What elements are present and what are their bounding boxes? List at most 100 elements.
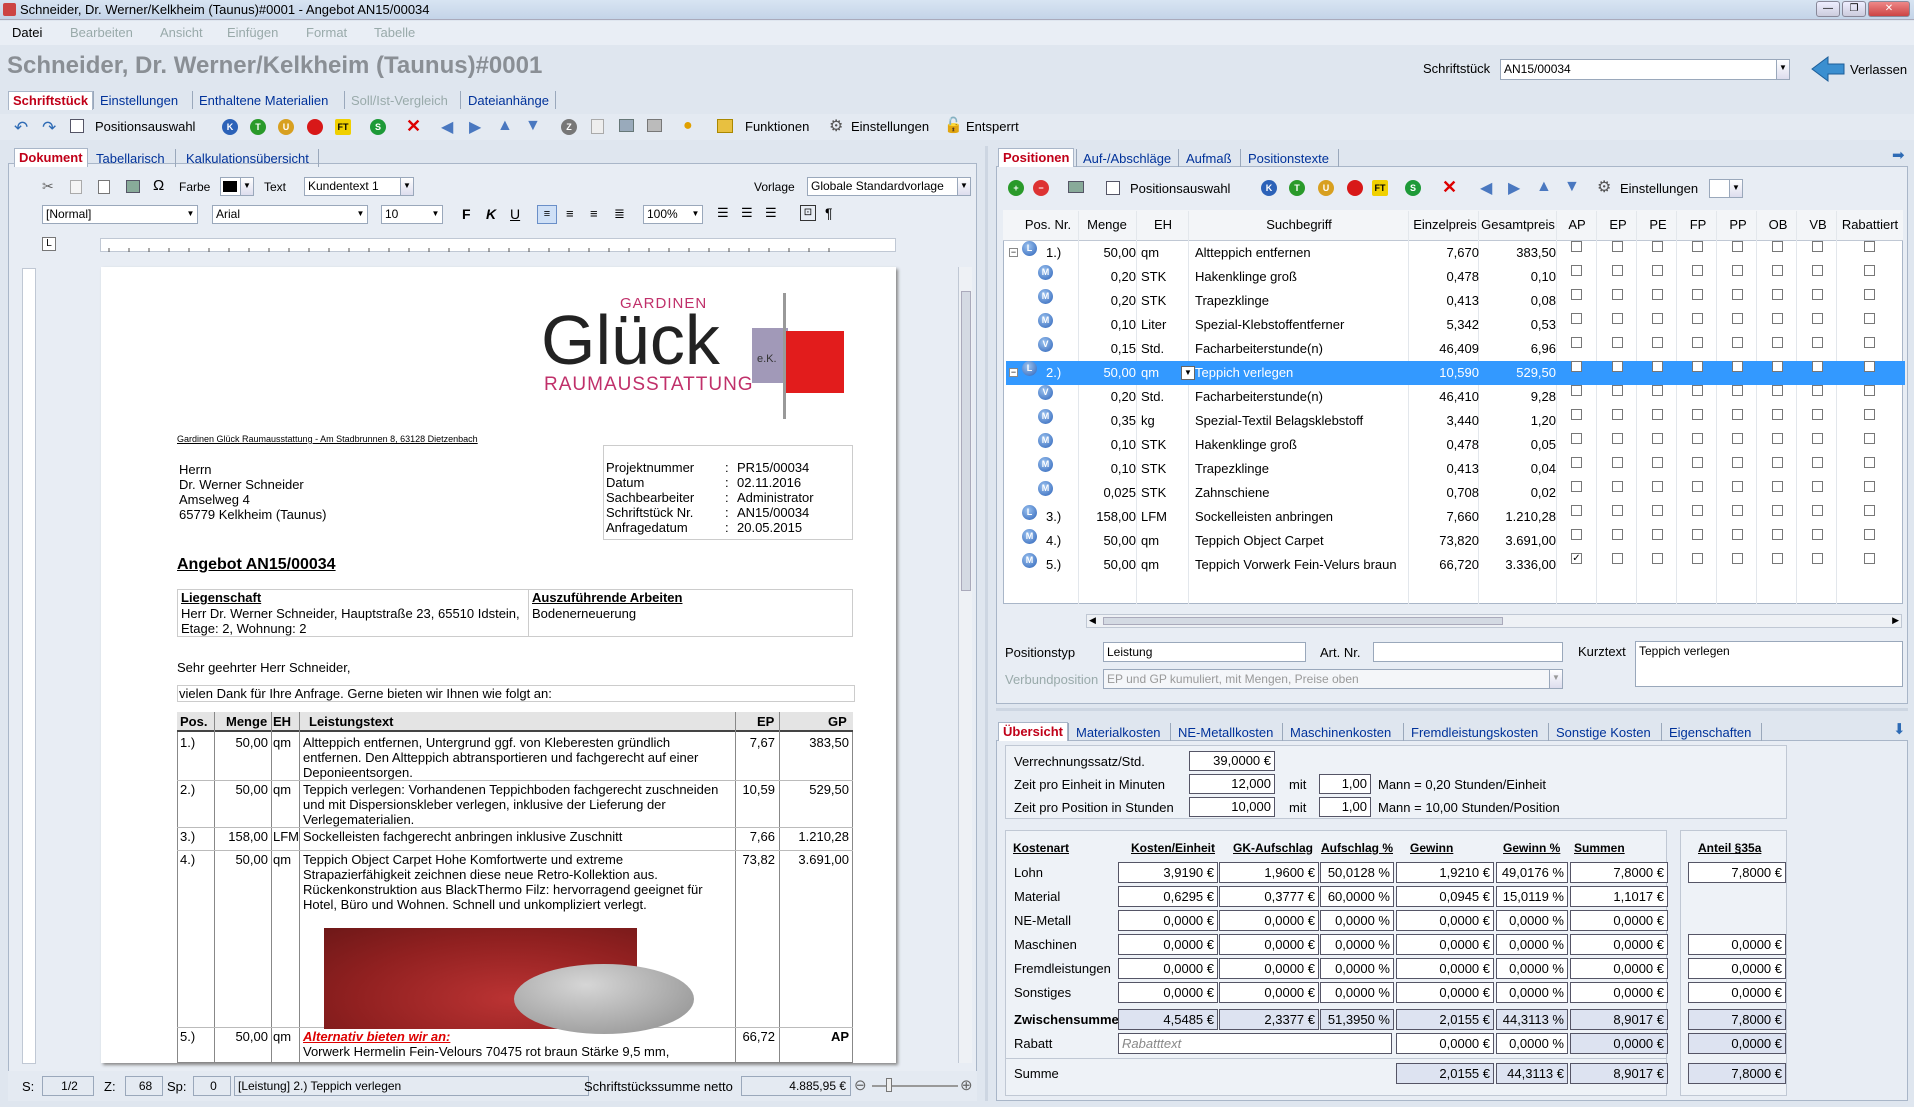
undo-icon[interactable]: ↶ [14, 118, 28, 138]
grid-checkbox[interactable] [1812, 361, 1823, 372]
calc-cell[interactable]: 0,0000 € [1219, 934, 1319, 955]
grid-checkbox[interactable] [1571, 529, 1582, 540]
tab-stop-icon[interactable]: L [42, 237, 56, 251]
arrow-right-icon[interactable]: ➡ [1892, 146, 1905, 164]
calc-cell[interactable]: 0,0000 % [1496, 910, 1568, 931]
t-icon[interactable]: T [250, 119, 266, 135]
calc-cell[interactable]: 0,0000 € [1118, 934, 1218, 955]
vorlage-select[interactable]: Globale Standardvorlage ▼ [807, 177, 971, 196]
calc-cell[interactable]: 0,0000 € [1570, 982, 1668, 1003]
grid-checkbox[interactable] [1812, 385, 1823, 396]
tab-dokument[interactable]: Dokument [14, 148, 88, 167]
grid-checkbox[interactable] [1772, 361, 1783, 372]
group-icon[interactable] [1068, 181, 1084, 193]
calc-cell[interactable]: 50,0128 % [1320, 862, 1394, 883]
grid-checkbox[interactable] [1652, 433, 1663, 444]
grid-checkbox[interactable] [1732, 409, 1743, 420]
align-center-icon[interactable]: ≡ [566, 206, 574, 221]
grid-checkbox[interactable] [1732, 289, 1743, 300]
grid-checkbox[interactable] [1692, 337, 1703, 348]
font-select[interactable]: Arial ▼ [212, 205, 368, 224]
ft-icon[interactable]: FT [335, 119, 351, 135]
grid-row[interactable]: − L 1.) 50,00 qm Altteppich entfernen 7,670 383… [1006, 241, 1905, 265]
calc-anteil[interactable]: 7,8000 € [1688, 862, 1786, 883]
grid-checkbox[interactable] [1732, 457, 1743, 468]
grid-checkbox[interactable] [1732, 553, 1743, 564]
omega-icon[interactable]: Ω [153, 177, 164, 194]
arrow-down-icon[interactable]: ▼ [1564, 178, 1580, 196]
maximize-button[interactable]: ❐ [1842, 1, 1866, 17]
arrow-down-icon[interactable]: ⬇ [1893, 720, 1906, 738]
grid-checkbox[interactable] [1864, 385, 1875, 396]
arrow-right-icon[interactable]: ▶ [1508, 178, 1520, 198]
rabatt-text-field[interactable]: Rabatttext [1118, 1033, 1392, 1054]
grid-row[interactable]: M 0,10 STK Hakenklinge groß 0,478 0,05 [1006, 433, 1905, 457]
calc-cell[interactable]: 0,0000 € [1570, 910, 1668, 931]
back-arrow-icon[interactable] [1810, 55, 1846, 83]
grid-row[interactable]: V 0,20 Std. Facharbeiterstunde(n) 46,410 9,28 [1006, 385, 1905, 409]
zeit1-field[interactable]: 12,000 [1189, 774, 1275, 794]
grid-checkbox[interactable] [1571, 481, 1582, 492]
kurztext-field[interactable]: Teppich verlegen [1635, 641, 1903, 687]
verbundposition-select[interactable]: EP und GP kumuliert, mit Mengen, Preise … [1103, 669, 1563, 689]
arrow-up-icon[interactable]: ▲ [497, 117, 513, 135]
k-icon[interactable]: K [222, 119, 238, 135]
grid-checkbox[interactable] [1652, 505, 1663, 516]
scroll-left-icon[interactable]: ◀ [1089, 615, 1096, 626]
grid-checkbox[interactable] [1812, 337, 1823, 348]
doc-scrollbar[interactable] [958, 267, 972, 1063]
entsperrt-button[interactable]: Entsperrt [966, 119, 1019, 134]
grid-checkbox[interactable] [1692, 433, 1703, 444]
grid-checkbox[interactable] [1652, 409, 1663, 420]
grid-checkbox[interactable] [1652, 361, 1663, 372]
grid-checkbox[interactable] [1612, 289, 1623, 300]
tab-positionen[interactable]: Positionen [998, 148, 1075, 167]
grid-checkbox[interactable] [1772, 433, 1783, 444]
verlassen-button[interactable]: Verlassen [1850, 62, 1907, 77]
calc-cell[interactable]: 0,0000 € [1396, 934, 1494, 955]
grid-checkbox[interactable] [1812, 433, 1823, 444]
collapse-icon[interactable]: − [1009, 248, 1018, 257]
horizontal-ruler[interactable] [100, 238, 896, 252]
grid-checkbox[interactable] [1571, 457, 1582, 468]
close-button[interactable]: ✕ [1868, 1, 1910, 17]
tab-dateianhaenge[interactable]: Dateianhänge [468, 92, 549, 110]
calc-cell[interactable]: 1,9600 € [1219, 862, 1319, 883]
grid-checkbox[interactable] [1612, 529, 1623, 540]
font-size-select[interactable]: 10 ▼ [381, 205, 443, 224]
calc-cell[interactable]: 0,0000 € [1570, 934, 1668, 955]
tab-eigenschaften[interactable]: Eigenschaften [1669, 724, 1751, 742]
u-icon[interactable]: U [1318, 180, 1334, 196]
settings-select[interactable]: ▼ [1709, 179, 1743, 198]
grid-checkbox[interactable] [1864, 313, 1875, 324]
grid-row[interactable]: M 4.) 50,00 qm Teppich Object Carpet 73,820 3.… [1006, 529, 1905, 553]
grid-checkbox[interactable] [1772, 457, 1783, 468]
grid-checkbox[interactable] [1571, 337, 1582, 348]
rabatt-cell[interactable]: 0,0000 % [1496, 1033, 1568, 1054]
bulb-icon[interactable]: ● [683, 117, 693, 135]
text-style-select[interactable]: Kundentext 1 ▼ [304, 177, 414, 196]
align-right-icon[interactable]: ≡ [590, 206, 598, 221]
grid-checkbox[interactable] [1571, 241, 1582, 252]
grid-checkbox[interactable] [1772, 505, 1783, 516]
redo-icon[interactable]: ↷ [42, 118, 56, 138]
grid-row[interactable]: − L 2.) 50,00 qm ▼ Teppich verlegen 10,590 529,5… [1006, 361, 1905, 385]
calc-cell[interactable]: 0,3777 € [1219, 886, 1319, 907]
menu-datei[interactable]: Datei [12, 21, 42, 45]
calc-cell[interactable]: 0,0000 € [1396, 982, 1494, 1003]
arrow-right-icon[interactable]: ▶ [469, 117, 481, 137]
frame-icon[interactable]: ⊡ [800, 205, 816, 221]
bold-icon[interactable]: F [462, 206, 471, 222]
grid-checkbox[interactable] [1571, 433, 1582, 444]
bullet-list-icon[interactable]: ☰ [741, 205, 753, 221]
calc-cell[interactable]: 0,0000 € [1570, 958, 1668, 979]
add-icon[interactable]: + [1008, 180, 1024, 196]
zoom-select[interactable]: 100% ▼ [643, 205, 703, 224]
grid-checkbox[interactable] [1732, 241, 1743, 252]
grid-checkbox[interactable] [1692, 265, 1703, 276]
u-icon[interactable]: U [278, 119, 294, 135]
grid-checkbox[interactable] [1612, 313, 1623, 324]
scrollbar-thumb[interactable] [1103, 617, 1503, 625]
positionsauswahl-button[interactable]: Positionsauswahl [1130, 181, 1230, 196]
grid-checkbox[interactable] [1864, 433, 1875, 444]
